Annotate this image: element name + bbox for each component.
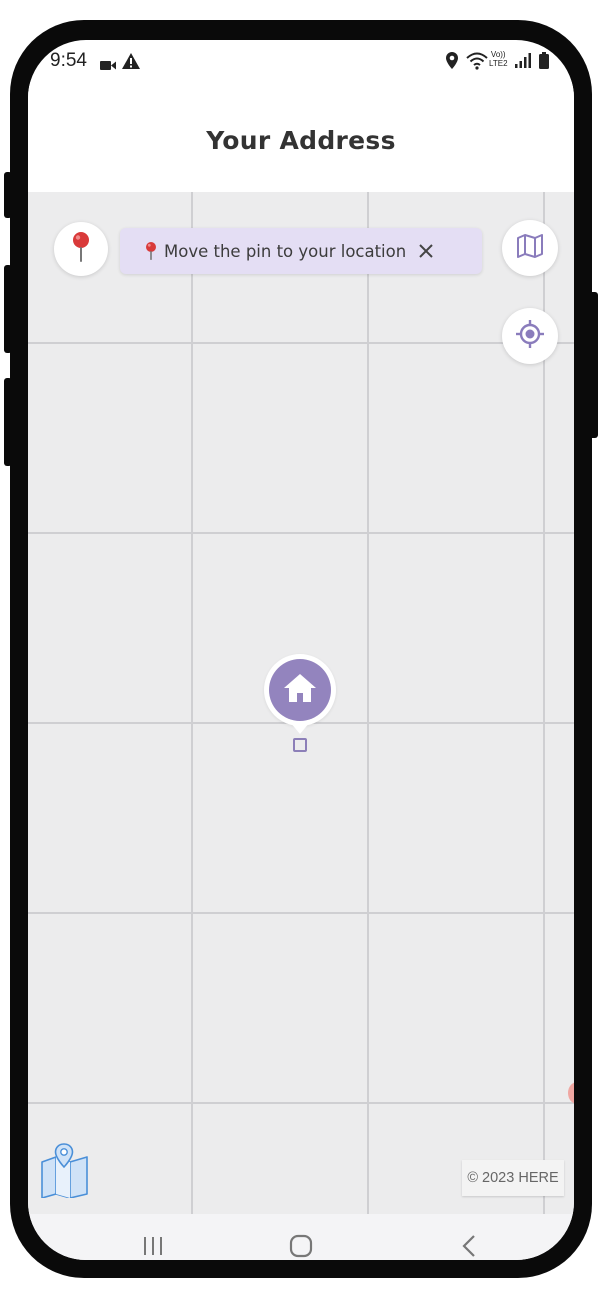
- warning-icon: [122, 53, 140, 73]
- locate-me-button[interactable]: [502, 308, 558, 364]
- status-time: 9:54: [50, 50, 87, 71]
- wifi-icon: [466, 52, 488, 74]
- page-title: Your Address: [206, 126, 396, 155]
- phone-frame: 9:54 Vo)) LTE2 Your Address Move the pin…: [10, 20, 592, 1278]
- signal-icon: [515, 53, 531, 72]
- map-copyright: © 2023 HERE: [462, 1160, 564, 1196]
- battery-icon: [539, 52, 549, 73]
- location-icon: [446, 52, 458, 73]
- video-camera-icon: [100, 56, 116, 75]
- home-button-icon[interactable]: [276, 1228, 326, 1260]
- app-header: Your Address: [28, 82, 574, 192]
- map-grid-line: [28, 912, 574, 914]
- map-layers-button[interactable]: [502, 220, 558, 276]
- marker-tail: [290, 722, 310, 734]
- pushpin-icon: [144, 241, 158, 261]
- map-grid-line: [28, 532, 574, 534]
- status-bar: 9:54 Vo)) LTE2: [28, 40, 574, 82]
- recent-apps-icon[interactable]: [128, 1228, 178, 1260]
- map-view[interactable]: Move the pin to your location © 2023 HER…: [28, 192, 574, 1214]
- volte-top-label: Vo)): [490, 50, 506, 59]
- hint-banner-text: Move the pin to your location: [164, 241, 407, 261]
- home-icon: [283, 673, 317, 707]
- map-grid-line: [28, 1102, 574, 1104]
- crosshair-icon: [515, 319, 545, 353]
- back-icon[interactable]: [444, 1228, 494, 1260]
- map-grid-line: [191, 192, 193, 1214]
- hint-banner: Move the pin to your location: [120, 228, 482, 274]
- home-location-marker[interactable]: [264, 654, 336, 726]
- volte-bottom-label: LTE2: [489, 59, 508, 68]
- nav-bar: [28, 1214, 574, 1260]
- map-folded-icon: [40, 1142, 90, 1202]
- close-icon[interactable]: [418, 243, 434, 259]
- volte-icon: Vo)) LTE2: [489, 50, 508, 68]
- map-edge-marker: [568, 1082, 574, 1104]
- map-icon: [517, 234, 543, 262]
- pin-button[interactable]: [54, 222, 108, 276]
- screen: 9:54 Vo)) LTE2 Your Address Move the pin…: [28, 40, 574, 1260]
- map-grid-line: [28, 342, 574, 344]
- marker-anchor: [293, 738, 307, 752]
- home-marker-circle: [269, 659, 331, 721]
- pushpin-icon: [70, 231, 92, 267]
- map-grid-line: [367, 192, 369, 1214]
